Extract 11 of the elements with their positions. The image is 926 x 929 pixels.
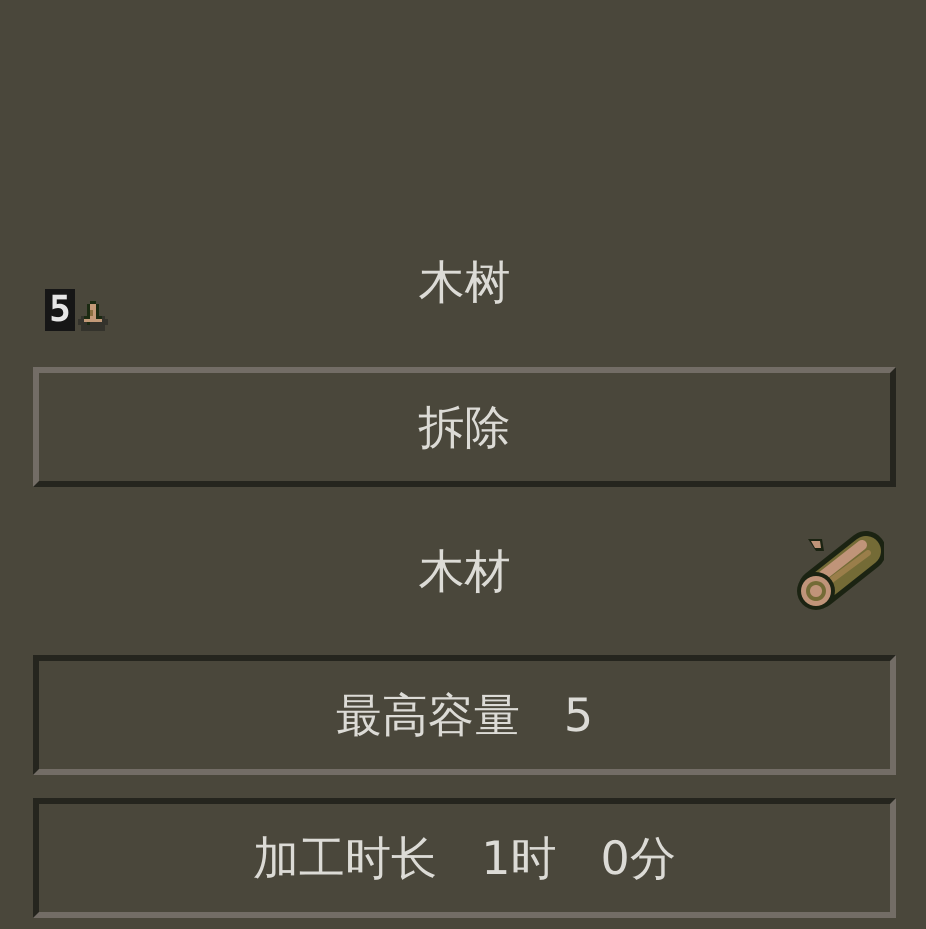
stat-value: 0分: [600, 835, 676, 881]
product-name: 木材: [418, 548, 510, 594]
stat-value: 5: [564, 692, 594, 738]
cone-icon: [78, 301, 108, 331]
stat-label: 加工时长: [253, 835, 438, 881]
log-icon: [794, 529, 884, 613]
count-badge: 5: [45, 289, 75, 331]
demolish-button[interactable]: 拆除: [33, 367, 896, 487]
stat-label: 最高容量: [336, 692, 520, 738]
stat-value: 1时: [481, 835, 556, 881]
item-title: 木树: [418, 259, 510, 305]
